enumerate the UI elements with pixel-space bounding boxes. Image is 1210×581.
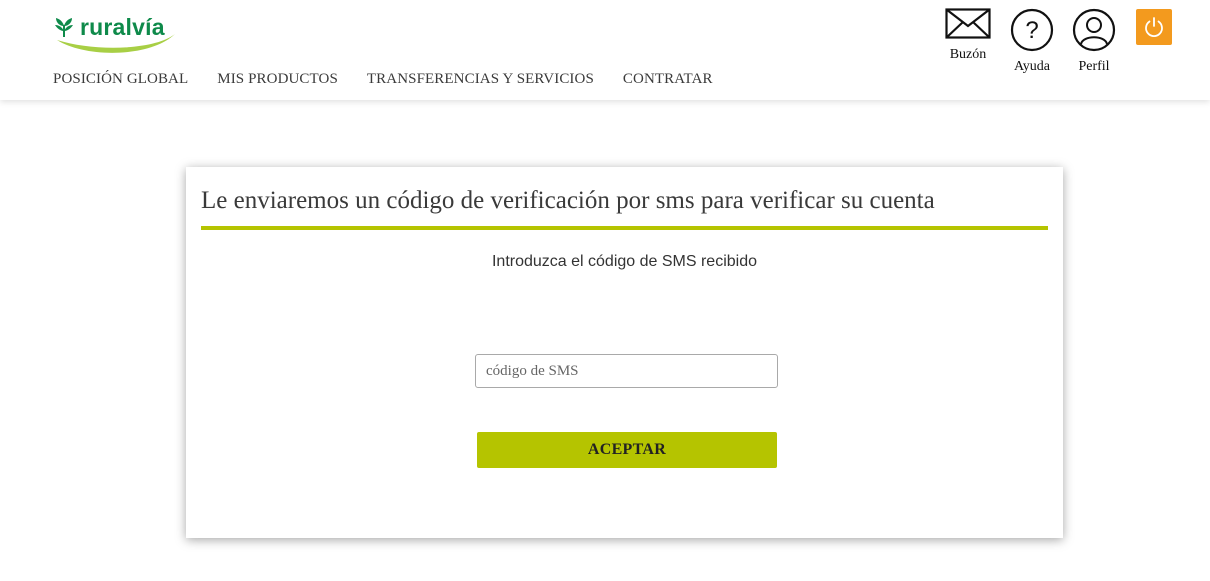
power-icon	[1145, 17, 1163, 38]
svg-text:?: ?	[1025, 17, 1038, 44]
nav-contratar[interactable]: CONTRATAR	[623, 71, 713, 88]
main-navigation: POSICIÓN GLOBAL MIS PRODUCTOS TRANSFEREN…	[53, 71, 742, 88]
accept-button[interactable]: ACEPTAR	[477, 432, 777, 468]
top-header: ruralvía POSICIÓN GLOBAL MIS PRODUCTOS T…	[0, 0, 1210, 100]
question-icon: ?	[1010, 8, 1054, 52]
card-title: Le enviaremos un código de verificación …	[201, 187, 935, 214]
instruction-text: Introduzca el código de SMS recibido	[491, 253, 758, 270]
nav-posicion-global[interactable]: POSICIÓN GLOBAL	[53, 71, 188, 88]
buzon-label: Buzón	[949, 47, 987, 62]
ayuda-label: Ayuda	[1013, 59, 1051, 74]
nav-transferencias-servicios[interactable]: TRANSFERENCIAS Y SERVICIOS	[367, 71, 594, 88]
perfil-label: Perfil	[1078, 59, 1110, 74]
sms-code-input[interactable]	[475, 354, 778, 388]
envelope-icon	[945, 8, 991, 39]
sms-verification-card: Le enviaremos un código de verificación …	[186, 167, 1063, 538]
buzon-button[interactable]: Buzón	[943, 8, 993, 63]
perfil-button[interactable]: Perfil	[1070, 8, 1118, 75]
user-icon	[1072, 8, 1116, 52]
ruralvia-logo[interactable]: ruralvía	[53, 14, 183, 58]
ayuda-button[interactable]: ? Ayuda	[1008, 8, 1056, 75]
nav-mis-productos[interactable]: MIS PRODUCTOS	[217, 71, 338, 88]
title-divider	[201, 226, 1048, 230]
logout-button[interactable]	[1136, 9, 1172, 45]
logo-swoosh	[57, 34, 175, 53]
